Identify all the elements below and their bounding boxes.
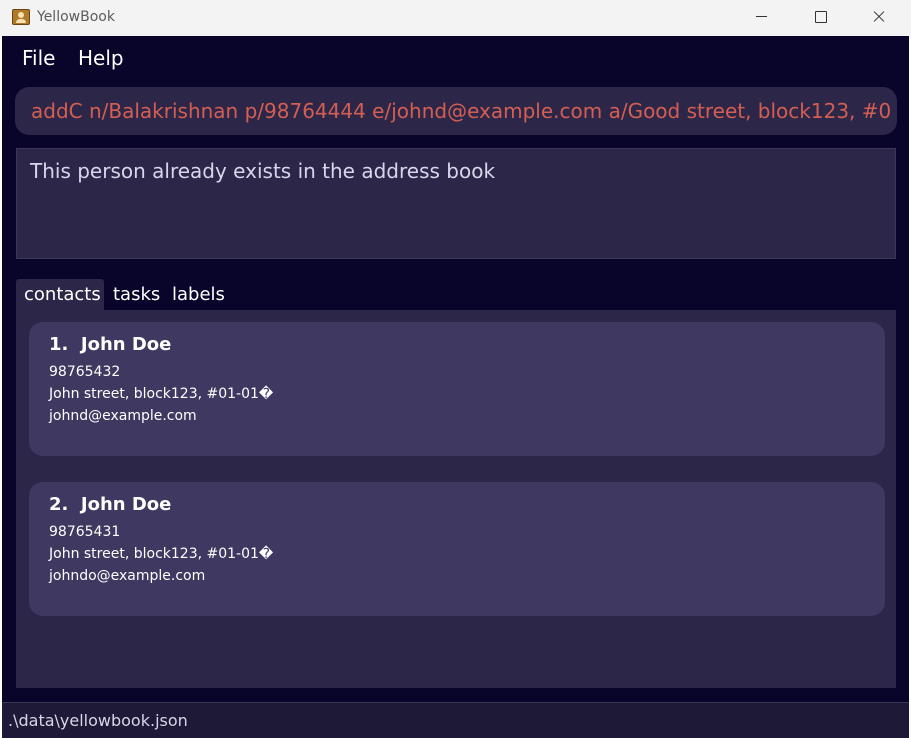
status-file-path: .\data\yellowbook.json: [8, 711, 188, 730]
menu-bar: File Help: [2, 36, 909, 80]
command-input[interactable]: [31, 87, 891, 135]
contact-address: John street, block123, #01-01�: [49, 546, 274, 562]
tab-bar: contacts tasks labels: [16, 279, 896, 310]
close-button[interactable]: [850, 0, 908, 36]
app-window: File Help This person already exists in …: [2, 36, 909, 738]
tab-labels[interactable]: labels: [164, 279, 233, 310]
contact-list[interactable]: 1. John Doe 98765432 John street, block1…: [16, 310, 896, 688]
contact-phone: 98765431: [49, 524, 121, 540]
command-box: [15, 87, 897, 135]
maximize-button[interactable]: [791, 0, 849, 36]
window-title-bar: YellowBook: [0, 0, 911, 36]
contact-name: 2. John Doe: [49, 494, 172, 515]
contact-name: 1. John Doe: [49, 334, 172, 355]
contact-card[interactable]: 1. John Doe 98765432 John street, block1…: [29, 322, 885, 456]
contact-address: John street, block123, #01-01�: [49, 386, 274, 402]
status-bar: .\data\yellowbook.json: [2, 702, 909, 738]
minimize-button[interactable]: [733, 0, 791, 36]
result-display: This person already exists in the addres…: [16, 148, 896, 259]
contact-email: johnd@example.com: [49, 408, 197, 424]
tab-tasks[interactable]: tasks: [105, 279, 168, 310]
window-title: YellowBook: [37, 9, 115, 25]
menu-help[interactable]: Help: [76, 46, 126, 70]
result-message: This person already exists in the addres…: [30, 159, 496, 183]
menu-file[interactable]: File: [20, 46, 57, 70]
contact-phone: 98765432: [49, 364, 121, 380]
address-book-icon: [12, 9, 30, 25]
tab-contacts[interactable]: contacts: [16, 279, 104, 310]
contact-email: johndo@example.com: [49, 568, 206, 584]
contact-card[interactable]: 2. John Doe 98765431 John street, block1…: [29, 482, 885, 616]
